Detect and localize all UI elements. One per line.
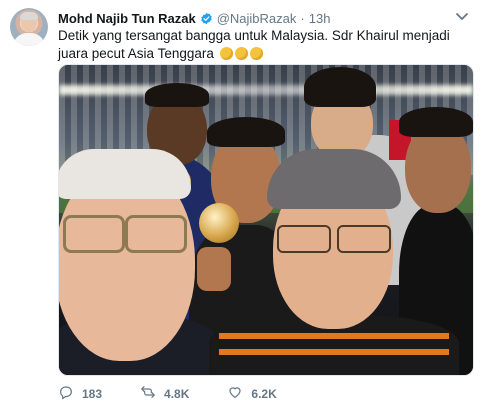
separator-dot: ·: [300, 10, 305, 26]
chevron-down-icon[interactable]: [454, 10, 470, 24]
clapping-hands-icon: [249, 47, 263, 60]
retweet-icon: [140, 384, 156, 403]
tweet-actions: 183 4.8K 6.2K: [58, 384, 315, 403]
clapping-hands-icon: [219, 47, 233, 60]
clapping-hands-icon: [234, 47, 248, 60]
author-name[interactable]: Mohd Najib Tun Razak: [58, 11, 196, 26]
avatar[interactable]: [10, 8, 48, 46]
like-count: 6.2K: [251, 386, 277, 401]
reply-button[interactable]: 183: [58, 384, 102, 403]
verified-badge-icon: [200, 12, 213, 25]
like-button[interactable]: 6.2K: [227, 384, 277, 403]
retweet-count: 4.8K: [164, 386, 190, 401]
tweet-text: Detik yang tersangat bangga untuk Malays…: [58, 27, 468, 63]
retweet-button[interactable]: 4.8K: [140, 384, 189, 403]
heart-icon: [227, 384, 243, 403]
tweet-photo[interactable]: [58, 64, 474, 376]
stadium-lights: [59, 85, 473, 95]
author-handle[interactable]: @NajibRazak: [217, 11, 297, 26]
tweet-card[interactable]: Mohd Najib Tun Razak @NajibRazak · 13h D…: [0, 0, 480, 407]
reply-icon: [58, 384, 74, 403]
tweet-header: Mohd Najib Tun Razak @NajibRazak · 13h: [58, 10, 456, 26]
reply-count: 183: [82, 386, 103, 401]
timestamp[interactable]: 13h: [309, 11, 331, 26]
